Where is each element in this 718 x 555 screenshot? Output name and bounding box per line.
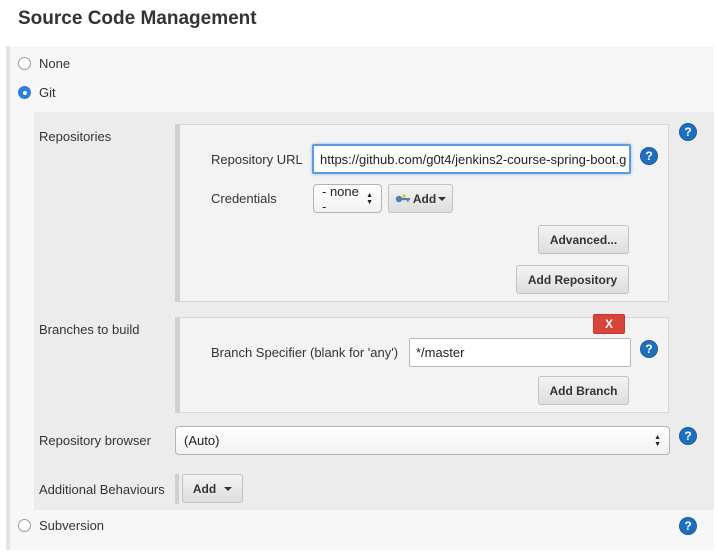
branch-specifier-value: */master	[416, 345, 465, 360]
add-branch-button[interactable]: Add Branch	[538, 376, 629, 405]
scm-none-label[interactable]: None	[39, 56, 70, 71]
chevron-down-icon	[438, 196, 447, 201]
scm-subversion-label[interactable]: Subversion	[39, 518, 104, 533]
credentials-value: - none -	[322, 183, 359, 214]
branches-label: Branches to build	[39, 322, 140, 337]
select-arrows-icon: ▲ ▼	[366, 191, 373, 206]
advanced-button[interactable]: Advanced...	[538, 225, 629, 254]
credentials-add-label: Add	[412, 191, 437, 206]
repositories-help-icon[interactable]: ?	[680, 124, 696, 140]
add-repository-button[interactable]: Add Repository	[516, 265, 629, 294]
repo-url-value: https://github.com/g0t4/jenkins2-course-…	[320, 151, 627, 167]
add-behaviour-label: Add	[192, 481, 217, 496]
branch-specifier-help-icon[interactable]: ?	[641, 341, 657, 357]
branch-specifier-input[interactable]: */master	[409, 338, 631, 367]
scm-none-radio[interactable]	[18, 57, 31, 70]
section-title: Source Code Management	[18, 8, 257, 29]
scm-git-label[interactable]: Git	[39, 85, 56, 100]
repo-url-label: Repository URL	[211, 152, 303, 167]
add-behaviour-button[interactable]: Add	[182, 474, 243, 503]
repository-browser-select[interactable]: (Auto) ▲ ▼	[175, 426, 670, 455]
chevron-down-icon	[224, 486, 233, 491]
repository-browser-help-icon[interactable]: ?	[680, 428, 696, 444]
additional-behaviours-label: Additional Behaviours	[39, 482, 165, 497]
behaviours-rail	[175, 474, 179, 504]
repositories-label: Repositories	[39, 129, 112, 144]
key-icon	[395, 193, 410, 202]
credentials-add-button[interactable]: Add	[388, 184, 453, 213]
delete-branch-button[interactable]: X	[593, 314, 625, 334]
credentials-label: Credentials	[211, 191, 277, 206]
select-arrows-icon: ▲ ▼	[654, 433, 661, 448]
credentials-select[interactable]: - none - ▲ ▼	[313, 183, 382, 214]
subversion-help-icon[interactable]: ?	[680, 518, 696, 534]
git-config-rail	[10, 112, 34, 510]
branch-specifier-label: Branch Specifier (blank for 'any')	[211, 345, 399, 360]
repository-browser-label: Repository browser	[39, 433, 151, 448]
repo-url-input[interactable]: https://github.com/g0t4/jenkins2-course-…	[312, 144, 631, 174]
scm-git-radio[interactable]	[18, 86, 31, 99]
repository-browser-value: (Auto)	[184, 433, 220, 448]
repo-url-help-icon[interactable]: ?	[641, 148, 657, 164]
scm-subversion-radio[interactable]	[18, 519, 31, 532]
